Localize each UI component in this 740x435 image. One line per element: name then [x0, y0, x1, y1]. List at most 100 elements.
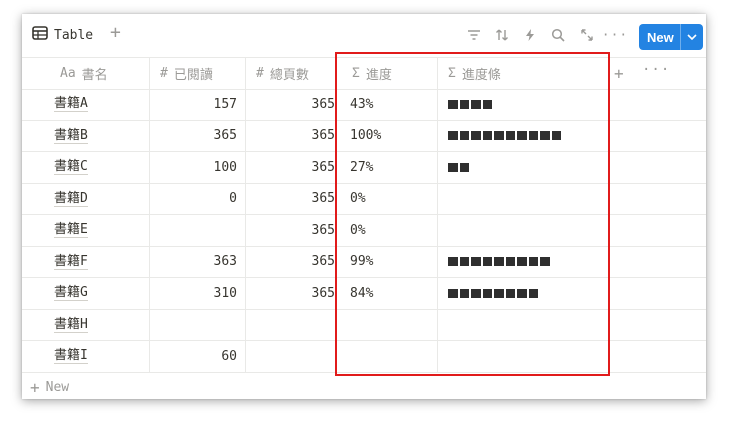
cell-progress-bar[interactable]: [438, 310, 610, 341]
cell-progress-text: 84%: [350, 285, 374, 301]
cell-progress-bar[interactable]: [438, 89, 610, 120]
table-row[interactable]: 書籍I 60: [22, 341, 706, 373]
table-row[interactable]: 書籍A 157 365 43%: [22, 89, 706, 121]
progress-bar: [448, 131, 561, 141]
cell-title[interactable]: 書籍B: [22, 120, 150, 151]
cell-read[interactable]: 365: [150, 120, 246, 151]
lightning-icon[interactable]: [521, 26, 539, 44]
progress-square: [459, 99, 469, 109]
text-type-icon: Aa: [60, 66, 76, 81]
cell-read[interactable]: 363: [150, 246, 246, 277]
number-type-icon: #: [256, 66, 264, 81]
cell-progress[interactable]: 100%: [336, 120, 438, 151]
progress-square: [494, 257, 504, 267]
expand-icon[interactable]: [578, 26, 596, 44]
cell-read[interactable]: [150, 215, 246, 246]
view-tab-table[interactable]: Table: [32, 24, 93, 46]
progress-square: [448, 99, 458, 109]
cell-total[interactable]: 365: [246, 89, 336, 120]
cell-read[interactable]: 157: [150, 89, 246, 120]
cell-progress-bar[interactable]: [438, 278, 610, 309]
cell-title[interactable]: 書籍E: [22, 215, 150, 246]
cell-read[interactable]: [150, 309, 246, 340]
cell-total[interactable]: [246, 309, 336, 340]
cell-progress-bar[interactable]: [438, 184, 610, 215]
cell-total[interactable]: 365: [246, 278, 336, 309]
cell-title-text: 書籍C: [54, 159, 88, 176]
cell-progress-bar[interactable]: [438, 215, 610, 246]
cell-title[interactable]: 書籍H: [22, 309, 150, 340]
cell-progress[interactable]: [336, 341, 438, 372]
column-header-total[interactable]: # 總頁數: [246, 58, 336, 89]
cell-progress[interactable]: 0%: [336, 215, 438, 246]
progress-square: [471, 257, 481, 267]
cell-title-text: 書籍A: [54, 96, 88, 113]
cell-read[interactable]: 0: [150, 183, 246, 214]
cell-read[interactable]: 60: [150, 341, 246, 372]
column-header-progress[interactable]: Σ 進度: [336, 58, 438, 89]
column-header-progress-bar[interactable]: Σ 進度條: [438, 58, 610, 89]
cell-total[interactable]: [246, 341, 336, 372]
progress-square: [505, 131, 515, 141]
cell-total[interactable]: 365: [246, 246, 336, 277]
cell-total[interactable]: 365: [246, 183, 336, 214]
cell-title[interactable]: 書籍I: [22, 341, 150, 372]
new-button[interactable]: New: [639, 24, 703, 50]
cell-read[interactable]: 100: [150, 152, 246, 183]
cell-total[interactable]: 365: [246, 215, 336, 246]
filter-icon[interactable]: [465, 26, 483, 44]
cell-progress-text: 100%: [350, 128, 382, 144]
cell-total-text: 365: [311, 191, 335, 207]
cell-progress[interactable]: 99%: [336, 246, 438, 277]
progress-square: [517, 257, 527, 267]
table-row[interactable]: 書籍B 365 365 100%: [22, 120, 706, 152]
sort-icon[interactable]: [493, 26, 511, 44]
cell-total[interactable]: 365: [246, 120, 336, 151]
cell-read-text: 363: [213, 254, 237, 270]
column-header-title[interactable]: Aa 書名: [22, 58, 150, 89]
chevron-down-icon[interactable]: [681, 34, 703, 40]
cell-progress-bar[interactable]: [438, 152, 610, 183]
cell-title[interactable]: 書籍D: [22, 183, 150, 214]
cell-progress[interactable]: 43%: [336, 89, 438, 120]
toolbar: Table + ··· New: [22, 14, 706, 54]
table-row[interactable]: 書籍C 100 365 27%: [22, 152, 706, 184]
cell-read-text: 310: [213, 285, 237, 301]
cell-progress[interactable]: [336, 309, 438, 340]
progress-square: [482, 131, 492, 141]
search-icon[interactable]: [549, 26, 567, 44]
table-row[interactable]: 書籍G 310 365 84%: [22, 278, 706, 310]
more-options-icon[interactable]: ···: [602, 26, 627, 44]
cell-title-text: 書籍G: [54, 285, 88, 302]
cell-progress-bar[interactable]: [438, 247, 610, 278]
column-more-icon[interactable]: ···: [642, 62, 670, 78]
cell-total[interactable]: 365: [246, 152, 336, 183]
cell-progress[interactable]: 27%: [336, 152, 438, 183]
table-row[interactable]: 書籍E 365 0%: [22, 215, 706, 247]
cell-progress-bar[interactable]: [438, 121, 610, 152]
table-row[interactable]: 書籍F 363 365 99%: [22, 246, 706, 278]
add-column-button[interactable]: +: [614, 64, 624, 83]
progress-square: [505, 288, 515, 298]
progress-square: [448, 162, 458, 172]
progress-square: [459, 288, 469, 298]
add-row-button[interactable]: + New: [30, 378, 69, 397]
progress-square: [471, 131, 481, 141]
cell-read[interactable]: 310: [150, 278, 246, 309]
table-row[interactable]: 書籍H: [22, 309, 706, 341]
cell-progress[interactable]: 84%: [336, 278, 438, 309]
cell-title[interactable]: 書籍A: [22, 89, 150, 120]
number-type-icon: #: [160, 66, 168, 81]
cell-title-text: 書籍D: [54, 190, 88, 207]
cell-progress[interactable]: 0%: [336, 183, 438, 214]
cell-title[interactable]: 書籍F: [22, 246, 150, 277]
cell-title[interactable]: 書籍G: [22, 278, 150, 309]
table-body: 書籍A 157 365 43% 書籍B 365 365 100% 書籍C 100 365 27% 書籍D…: [22, 89, 706, 373]
progress-square: [482, 99, 492, 109]
table-row[interactable]: 書籍D 0 365 0%: [22, 183, 706, 215]
cell-progress-bar[interactable]: [438, 341, 610, 372]
cell-title[interactable]: 書籍C: [22, 152, 150, 183]
add-view-button[interactable]: +: [110, 23, 121, 43]
view-tab-label: Table: [54, 27, 94, 43]
column-header-read[interactable]: # 已閱讀: [150, 58, 246, 89]
